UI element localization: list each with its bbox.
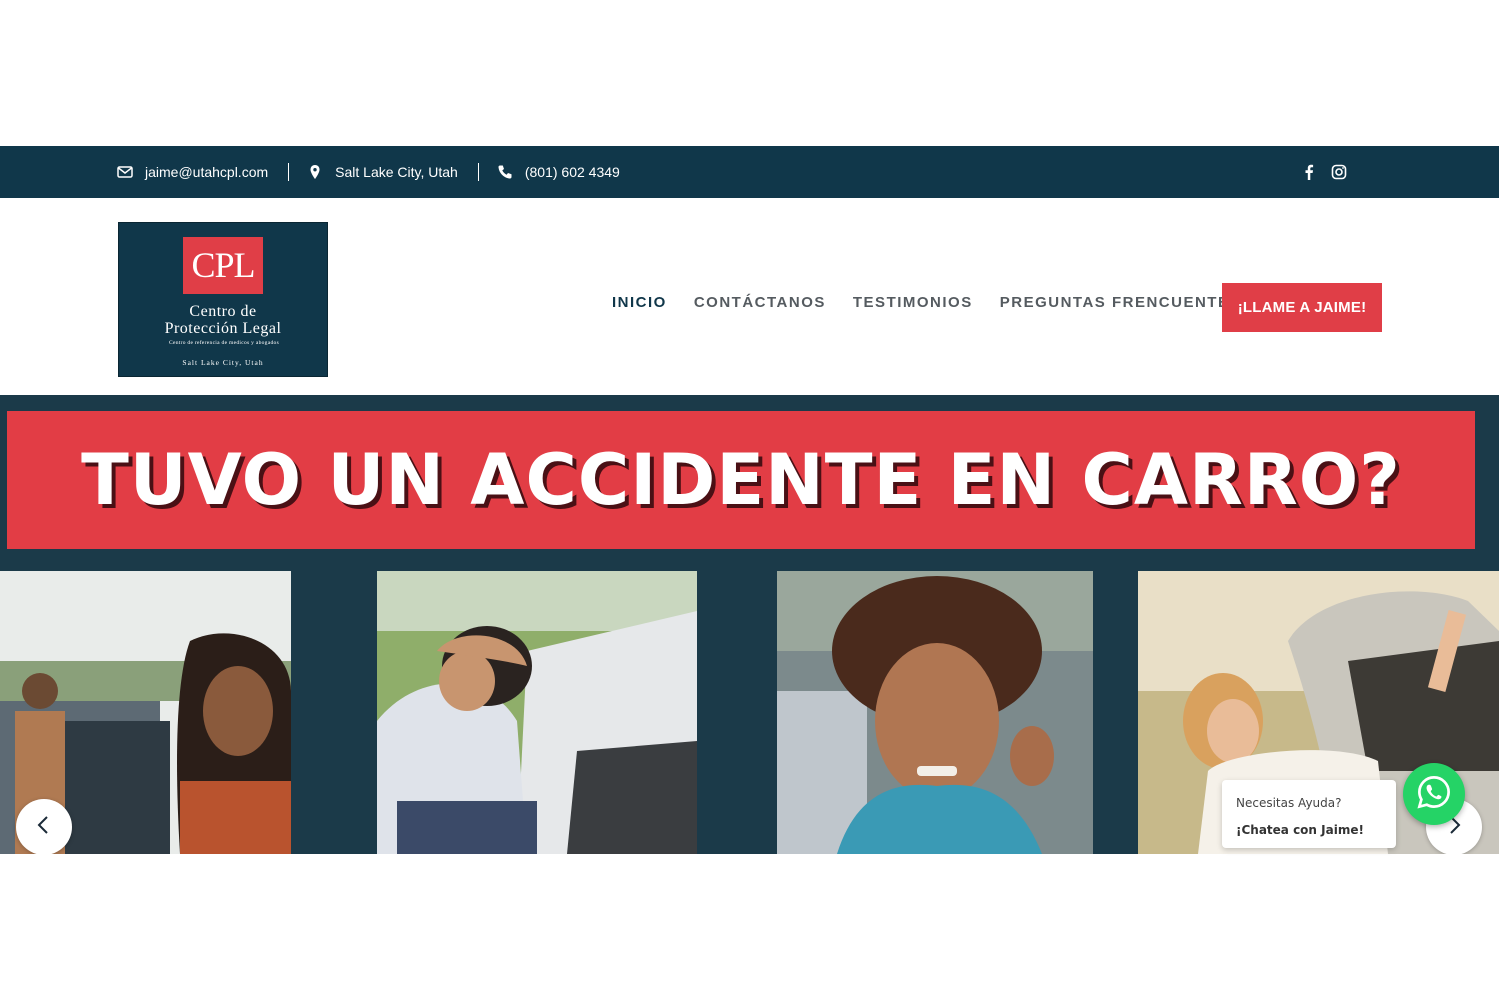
logo-line-2: Protección Legal [164,320,282,337]
top-info-bar: jaime@utahcpl.com Salt Lake City, Utah (… [0,146,1499,198]
social-links [1301,146,1347,198]
email-link[interactable]: jaime@utahcpl.com [117,164,268,180]
nav-item-preguntas[interactable]: PREGUNTAS FRENCUENTES [1000,294,1241,311]
divider [477,163,479,181]
map-pin-icon [307,164,323,180]
site-logo[interactable]: CPL Centro de Protección Legal Centro de… [118,222,328,377]
nav-item-contactanos[interactable]: CONTÁCTANOS [694,294,826,311]
logo-mark: CPL [183,237,263,294]
instagram-icon[interactable] [1331,164,1347,180]
chat-prefix: Necesitas Ayuda? [1236,796,1342,810]
phone-icon [497,164,513,180]
site-header: CPL Centro de Protección Legal Centro de… [0,198,1499,395]
call-jaime-button[interactable]: ¡LLAME A JAIME! [1222,283,1382,332]
main-nav: INICIO CONTÁCTANOS TESTIMONIOS PREGUNTAS… [612,294,1241,311]
logo-line-1: Centro de [189,303,257,320]
hero-banner: TUVO UN ACCIDENTE EN CARRO? [7,411,1475,549]
chevron-left-icon [34,815,54,840]
envelope-icon [117,164,133,180]
logo-city: Salt Lake City, Utah [182,358,264,367]
email-text[interactable]: jaime@utahcpl.com [145,164,268,180]
nav-item-testimonios[interactable]: TESTIMONIOS [853,294,973,311]
phone-text[interactable]: (801) 602 4349 [525,164,620,180]
contact-info: jaime@utahcpl.com Salt Lake City, Utah (… [117,146,620,198]
location-info: Salt Lake City, Utah [307,164,458,180]
whatsapp-icon [1416,774,1452,815]
phone-link[interactable]: (801) 602 4349 [497,164,620,180]
divider [288,163,290,181]
chat-cta-text: ¡Chatea con Jaime! [1236,823,1364,837]
facebook-icon[interactable] [1301,164,1317,180]
carousel-photo [777,571,1093,854]
carousel-photo [377,571,697,854]
carousel-prev-button[interactable] [16,799,72,854]
chat-prompt[interactable]: Necesitas Ayuda? ¡Chatea con Jaime! [1222,780,1396,848]
logo-tagline: Centro de referencia de medicos y abogad… [168,340,280,346]
whatsapp-chat-button[interactable] [1403,763,1465,825]
location-text: Salt Lake City, Utah [335,164,458,180]
hero-headline: TUVO UN ACCIDENTE EN CARRO? [81,439,1401,521]
nav-item-inicio[interactable]: INICIO [612,294,667,311]
